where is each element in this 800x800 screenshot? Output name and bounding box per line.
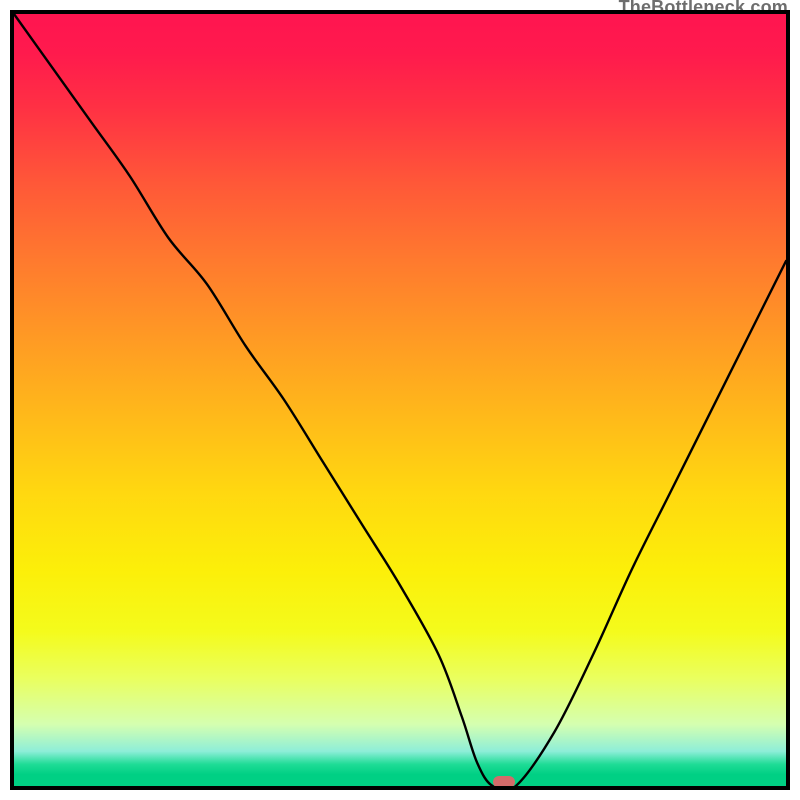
optimal-marker xyxy=(493,776,515,788)
plot-area xyxy=(10,10,790,790)
bottleneck-chart: TheBottleneck.com xyxy=(0,0,800,800)
curve-layer xyxy=(14,14,786,786)
bottleneck-curve-line xyxy=(14,14,786,786)
